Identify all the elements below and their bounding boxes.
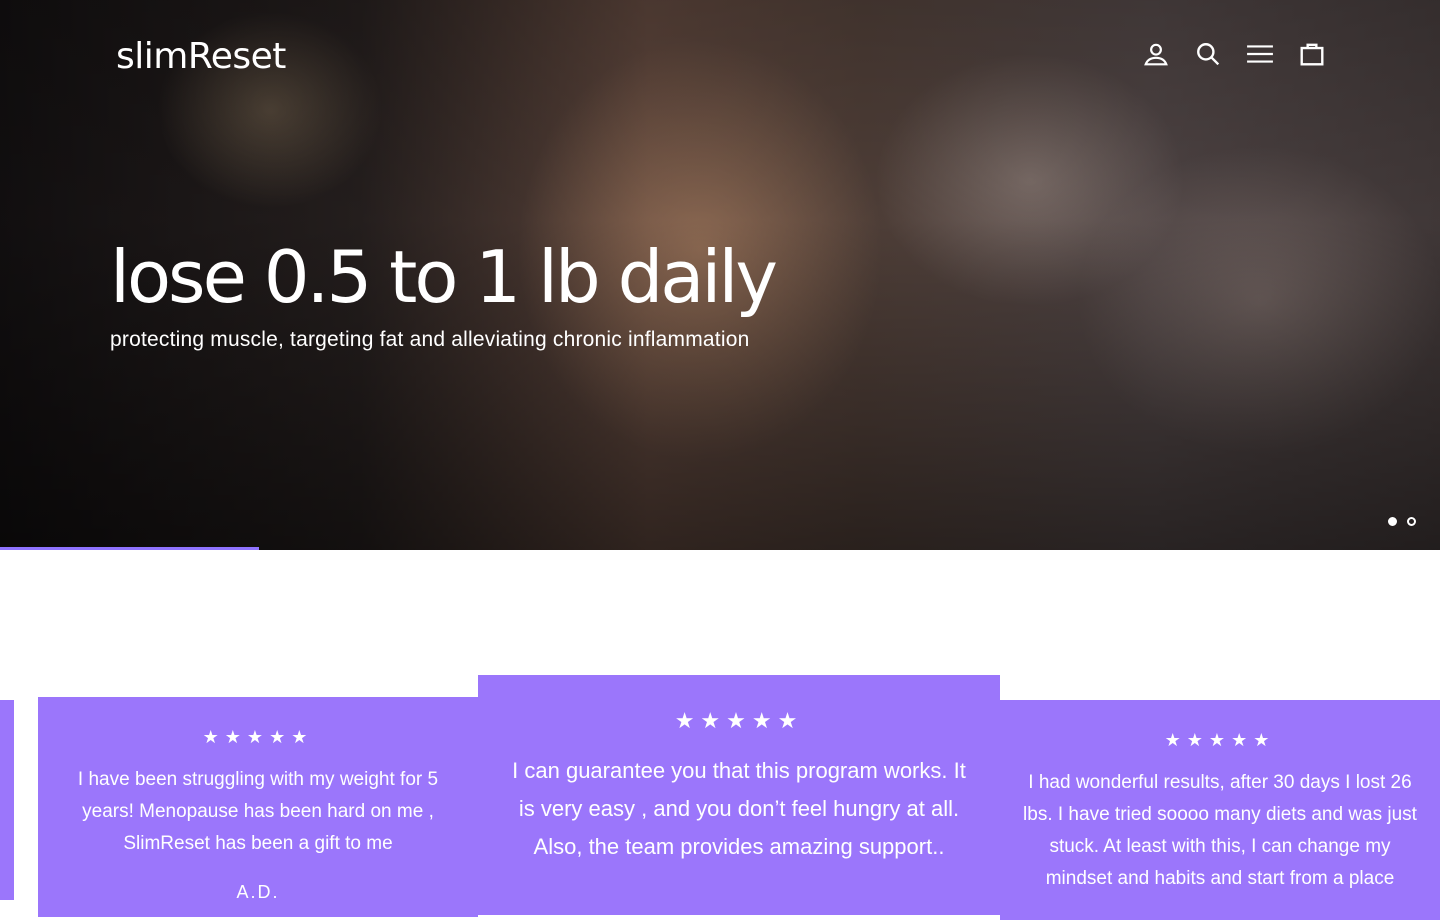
slide-progress-bar [0,547,260,550]
testimonial-card: ★★★★★ I have been struggling with my wei… [38,697,478,917]
rating-stars: ★★★★★ [202,727,314,748]
account-icon[interactable] [1140,38,1172,70]
hero-title: lose 0.5 to 1 lb daily [110,235,778,319]
rating-stars: ★★★★★ [674,709,804,734]
slide-pagination [1388,517,1416,526]
testimonial-text: I can guarantee you that this program wo… [512,758,966,859]
testimonial-card-featured: ★★★★★ I can guarantee you that this prog… [478,675,1000,915]
cart-icon[interactable] [1296,38,1328,70]
testimonial-card-partial [0,700,14,900]
search-icon[interactable] [1192,38,1224,70]
hero-subtitle: protecting muscle, targeting fat and all… [110,328,750,351]
site-logo[interactable]: slimReset [116,36,286,77]
slide-dot-2[interactable] [1407,517,1416,526]
menu-icon[interactable] [1244,38,1276,70]
header-nav [1140,38,1328,70]
hero-slideshow: slimReset lose 0.5 to 1 lb daily protect… [0,0,1440,550]
rating-stars: ★★★★★ [1164,730,1276,751]
testimonial-card: ★★★★★ I had wonderful results, after 30 … [1000,700,1440,920]
testimonial-text: I had wonderful results, after 30 days I… [1023,772,1417,889]
testimonial-text: I have been struggling with my weight fo… [77,769,439,854]
slide-dot-1[interactable] [1388,517,1397,526]
